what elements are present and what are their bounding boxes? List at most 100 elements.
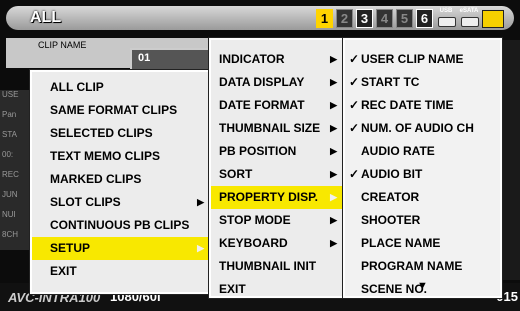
property-items: ✓ USER CLIP NAME ✓ START TC ✓ REC DATE TIME ✓ N… xyxy=(345,48,500,301)
top-bar: ALL 1 2 3 4 5 6 USB eSATA xyxy=(6,6,514,30)
menu-item-same-format-clips[interactable]: SAME FORMAT CLIPS xyxy=(32,99,210,122)
submenu-arrow-icon: ▶ xyxy=(330,238,337,248)
right-panel xyxy=(500,40,520,280)
memory-card-icon xyxy=(482,9,504,28)
setup-submenu: INDICATOR ▶ DATA DISPLAY ▶ DATE FORMAT ▶ THUMB… xyxy=(209,38,345,298)
setup-item-label: EXIT xyxy=(219,282,246,296)
slot-1[interactable]: 1 xyxy=(316,9,333,28)
menu-item-label: CONTINUOUS PB CLIPS xyxy=(50,218,190,232)
setup-item-thumbnail-init[interactable]: THUMBNAIL INIT xyxy=(211,255,343,278)
setup-item-property-disp[interactable]: PROPERTY DISP. ▶ xyxy=(211,186,343,209)
property-item-program-name[interactable]: PROGRAM NAME xyxy=(345,255,500,278)
menu-item-marked-clips[interactable]: MARKED CLIPS xyxy=(32,168,210,191)
usb-label: USB xyxy=(439,7,453,14)
setup-item-keyboard[interactable]: KEYBOARD ▶ xyxy=(211,232,343,255)
setup-item-stop-mode[interactable]: STOP MODE ▶ xyxy=(211,209,343,232)
slot-4[interactable]: 4 xyxy=(376,9,393,28)
menu-item-setup[interactable]: SETUP ▶ xyxy=(32,237,210,260)
view-title: ALL xyxy=(30,9,62,26)
esata-drive-icon: eSATA xyxy=(459,7,479,28)
usb-drive-icon: USB xyxy=(436,7,456,28)
property-item-creator[interactable]: CREATOR xyxy=(345,186,500,209)
menu-item-label: SETUP xyxy=(50,241,91,255)
menu-item-label: SELECTED CLIPS xyxy=(50,126,153,140)
setup-item-sort[interactable]: SORT ▶ xyxy=(211,163,343,186)
setup-item-pb-position[interactable]: PB POSITION ▶ xyxy=(211,140,343,163)
setup-item-label: THUMBNAIL INIT xyxy=(219,259,317,273)
submenu-arrow-icon: ▶ xyxy=(330,100,337,110)
property-item-rec-date-time[interactable]: ✓ REC DATE TIME xyxy=(345,94,500,117)
check-icon: ✓ xyxy=(349,75,360,89)
setup-item-label: THUMBNAIL SIZE xyxy=(219,121,321,135)
slot-5[interactable]: 5 xyxy=(396,9,413,28)
setup-item-label: DATE FORMAT xyxy=(219,98,305,112)
menu-item-label: SLOT CLIPS xyxy=(50,195,121,209)
setup-item-label: KEYBOARD xyxy=(219,236,288,250)
menu-item-label: EXIT xyxy=(50,264,77,278)
menu-item-slot-clips[interactable]: SLOT CLIPS ▶ xyxy=(32,191,210,214)
property-item-num-of-audio-ch[interactable]: ✓ NUM. OF AUDIO CH xyxy=(345,117,500,140)
check-icon: ✓ xyxy=(349,98,360,112)
property-item-start-tc[interactable]: ✓ START TC xyxy=(345,71,500,94)
property-item-label: CREATOR xyxy=(361,190,420,204)
check-icon: ✓ xyxy=(349,121,360,135)
setup-item-exit[interactable]: EXIT xyxy=(211,278,343,301)
check-icon: ✓ xyxy=(349,167,360,181)
setup-item-label: SORT xyxy=(219,167,253,181)
submenu-arrow-icon: ▶ xyxy=(197,243,204,253)
property-item-user-clip-name[interactable]: ✓ USER CLIP NAME xyxy=(345,48,500,71)
property-item-label: PLACE NAME xyxy=(361,236,441,250)
submenu-arrow-icon: ▶ xyxy=(330,54,337,64)
submenu-arrow-icon: ▶ xyxy=(330,192,337,202)
menu-item-label: SAME FORMAT CLIPS xyxy=(50,103,178,117)
slot-6[interactable]: 6 xyxy=(416,9,433,28)
property-item-label: AUDIO RATE xyxy=(361,144,435,158)
thumbnail-number: 01 xyxy=(138,52,151,64)
property-item-label: PROGRAM NAME xyxy=(361,259,463,273)
check-icon: ✓ xyxy=(349,52,360,66)
setup-item-date-format[interactable]: DATE FORMAT ▶ xyxy=(211,94,343,117)
submenu-arrow-icon: ▶ xyxy=(197,197,204,207)
screen: ALL 1 2 3 4 5 6 USB eSATA CLIP NAME 01 U… xyxy=(0,0,520,311)
submenu-arrow-icon: ▶ xyxy=(330,77,337,87)
setup-item-indicator[interactable]: INDICATOR ▶ xyxy=(211,48,343,71)
property-item-label: REC DATE TIME xyxy=(361,98,454,112)
property-item-audio-bit[interactable]: ✓ AUDIO BIT xyxy=(345,163,500,186)
scroll-down-icon[interactable]: ▼ xyxy=(345,280,500,292)
property-item-place-name[interactable]: PLACE NAME xyxy=(345,232,500,255)
property-item-label: NUM. OF AUDIO CH xyxy=(361,121,474,135)
submenu-arrow-icon: ▶ xyxy=(330,146,337,156)
submenu-arrow-icon: ▶ xyxy=(330,215,337,225)
property-item-label: SHOOTER xyxy=(361,213,421,227)
property-item-label: START TC xyxy=(361,75,420,89)
property-item-shooter[interactable]: SHOOTER xyxy=(345,209,500,232)
usb-disk-icon xyxy=(438,16,456,27)
property-item-label: USER CLIP NAME xyxy=(361,52,464,66)
property-item-label: AUDIO BIT xyxy=(361,167,423,181)
menu-item-all-clip[interactable]: ALL CLIP xyxy=(32,76,210,99)
setup-item-label: PB POSITION xyxy=(219,144,297,158)
submenu-arrow-icon: ▶ xyxy=(330,169,337,179)
setup-item-label: DATA DISPLAY xyxy=(219,75,305,89)
property-item-audio-rate[interactable]: AUDIO RATE xyxy=(345,140,500,163)
clip-name-label: CLIP NAME xyxy=(38,40,87,50)
menu-item-text-memo-clips[interactable]: TEXT MEMO CLIPS xyxy=(32,145,210,168)
esata-disk-icon xyxy=(461,16,479,27)
property-disp-submenu: ✓ USER CLIP NAME ✓ START TC ✓ REC DATE TIME ✓ N… xyxy=(343,38,502,298)
menu-item-label: MARKED CLIPS xyxy=(50,172,142,186)
menu-item-selected-clips[interactable]: SELECTED CLIPS xyxy=(32,122,210,145)
setup-item-thumbnail-size[interactable]: THUMBNAIL SIZE ▶ xyxy=(211,117,343,140)
menu-item-exit[interactable]: EXIT xyxy=(32,260,210,283)
setup-item-data-display[interactable]: DATA DISPLAY ▶ xyxy=(211,71,343,94)
slot-2[interactable]: 2 xyxy=(336,9,353,28)
slot-3[interactable]: 3 xyxy=(356,9,373,28)
submenu-arrow-icon: ▶ xyxy=(330,123,337,133)
esata-label: eSATA xyxy=(459,7,479,14)
thumbnail-menu: ALL CLIP SAME FORMAT CLIPS SELECTED CLIPS T… xyxy=(30,70,212,294)
menu-item-continuous-pb-clips[interactable]: CONTINUOUS PB CLIPS xyxy=(32,214,210,237)
menu-item-label: ALL CLIP xyxy=(50,80,104,94)
setup-item-label: PROPERTY DISP. xyxy=(219,190,318,204)
menu-item-label: TEXT MEMO CLIPS xyxy=(50,149,161,163)
setup-item-label: INDICATOR xyxy=(219,52,285,66)
setup-item-label: STOP MODE xyxy=(219,213,291,227)
